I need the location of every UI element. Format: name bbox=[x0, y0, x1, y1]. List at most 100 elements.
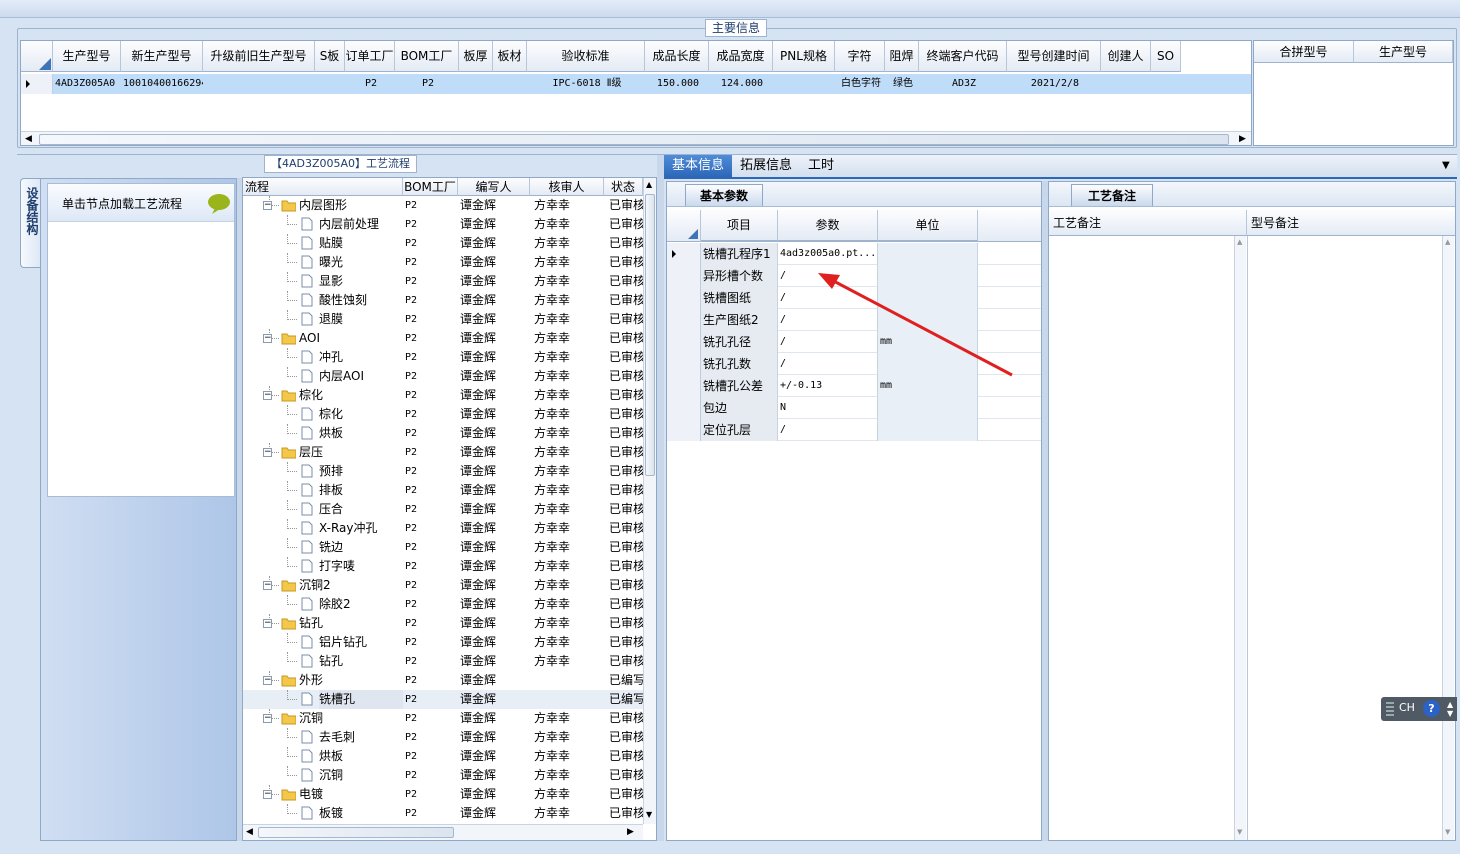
tree-row[interactable]: 预排 P2 谭金辉 方幸幸 已审核 bbox=[243, 462, 643, 481]
tree-cell[interactable]: 方幸幸 bbox=[534, 329, 604, 348]
tree-row[interactable]: 烘板 P2 谭金辉 方幸幸 已审核 bbox=[243, 747, 643, 766]
collapse-icon[interactable]: − bbox=[263, 619, 272, 628]
tree-node-label[interactable]: 内层前处理 bbox=[319, 215, 403, 234]
tree-cell[interactable]: P2 bbox=[405, 747, 455, 766]
tree-cell[interactable]: 方幸幸 bbox=[534, 747, 604, 766]
tree-cell[interactable]: 谭金辉 bbox=[460, 595, 530, 614]
tree-node-label[interactable]: X-Ray冲孔 bbox=[319, 519, 403, 538]
main-col-header[interactable]: BOM工厂 bbox=[395, 41, 459, 72]
tree-cell[interactable]: 已审核 bbox=[609, 348, 643, 367]
tree-cell[interactable]: 已审核 bbox=[609, 329, 643, 348]
tree-cell[interactable]: 谭金辉 bbox=[460, 652, 530, 671]
tree-row[interactable]: 烘板 P2 谭金辉 方幸幸 已审核 bbox=[243, 424, 643, 443]
tree-cell[interactable]: 方幸幸 bbox=[534, 576, 604, 595]
tree-cell[interactable]: P2 bbox=[405, 804, 455, 823]
main-cell[interactable]: P2 bbox=[397, 74, 459, 94]
drag-handle-icon[interactable] bbox=[1386, 702, 1394, 716]
tree-node-label[interactable]: 沉铜 bbox=[299, 709, 403, 728]
tree-cell[interactable]: 已审核 bbox=[609, 310, 643, 329]
tree-cell[interactable]: P2 bbox=[405, 424, 455, 443]
tree-cell[interactable]: 方幸幸 bbox=[534, 348, 604, 367]
tree-cell[interactable]: 已审核 bbox=[609, 576, 643, 595]
main-col-header[interactable]: SO bbox=[1151, 41, 1181, 72]
tree-cell[interactable]: 方幸幸 bbox=[534, 804, 604, 823]
tree-node-label[interactable]: 棕化 bbox=[319, 405, 403, 424]
tab-dropdown-icon[interactable]: ▼ bbox=[1442, 160, 1450, 171]
param-value[interactable]: 4ad3z005a0.pt... bbox=[778, 243, 878, 265]
tree-cell[interactable]: P2 bbox=[405, 386, 455, 405]
main-col-header[interactable]: 创建人 bbox=[1101, 41, 1151, 72]
tree-cell[interactable]: 谭金辉 bbox=[460, 196, 530, 215]
tree-cell[interactable]: 方幸幸 bbox=[534, 272, 604, 291]
tree-cell[interactable]: 方幸幸 bbox=[534, 234, 604, 253]
main-cell[interactable] bbox=[1153, 74, 1181, 94]
tree-node-label[interactable]: 层压 bbox=[299, 443, 403, 462]
tree-node-label[interactable]: 沉铜2 bbox=[299, 576, 403, 595]
tree-cell[interactable]: P2 bbox=[405, 310, 455, 329]
basic-params-tab[interactable]: 基本参数 bbox=[685, 184, 764, 206]
tree-cell[interactable]: 方幸幸 bbox=[534, 614, 604, 633]
tree-cell[interactable]: P2 bbox=[405, 633, 455, 652]
main-cell[interactable]: P2 bbox=[347, 74, 395, 94]
tree-row[interactable]: 板镀 P2 谭金辉 方幸幸 已审核 bbox=[243, 804, 643, 823]
main-cell[interactable] bbox=[495, 74, 527, 94]
tree-row[interactable]: − 沉铜2 P2 谭金辉 方幸幸 已审核 bbox=[243, 576, 643, 595]
tree-cell[interactable]: 已审核 bbox=[609, 443, 643, 462]
tree-cell[interactable]: P2 bbox=[405, 519, 455, 538]
tree-row[interactable]: 内层前处理 P2 谭金辉 方幸幸 已审核 bbox=[243, 215, 643, 234]
tree-vscroll-thumb[interactable] bbox=[645, 194, 655, 476]
main-col-header[interactable]: 升级前旧生产型号 bbox=[203, 41, 315, 72]
tree-node-label[interactable]: 冲孔 bbox=[319, 348, 403, 367]
tree-cell[interactable] bbox=[534, 671, 604, 690]
tree-cell[interactable]: P2 bbox=[405, 234, 455, 253]
main-col-header[interactable]: 型号创建时间 bbox=[1007, 41, 1101, 72]
tree-cell[interactable]: P2 bbox=[405, 196, 455, 215]
tree-row[interactable]: − 棕化 P2 谭金辉 方幸幸 已审核 bbox=[243, 386, 643, 405]
process-remark-scroll[interactable]: ▲ ▼ bbox=[1234, 236, 1246, 840]
param-value[interactable]: N bbox=[778, 397, 878, 419]
tree-cell[interactable]: 已审核 bbox=[609, 804, 643, 823]
tree-cell[interactable]: 谭金辉 bbox=[460, 538, 530, 557]
main-col-header[interactable]: 字符 bbox=[835, 41, 885, 72]
tree-cell[interactable]: 方幸幸 bbox=[534, 405, 604, 424]
tree-cell[interactable]: 已审核 bbox=[609, 785, 643, 804]
tree-cell[interactable]: 已编写 bbox=[609, 690, 643, 709]
tree-cell[interactable]: 方幸幸 bbox=[534, 633, 604, 652]
collapse-icon[interactable]: − bbox=[263, 448, 272, 457]
help-icon[interactable]: ? bbox=[1423, 700, 1440, 717]
main-col-header[interactable]: 成品长度 bbox=[645, 41, 709, 72]
tree-cell[interactable]: 方幸幸 bbox=[534, 595, 604, 614]
tree-cell[interactable]: 谭金辉 bbox=[460, 272, 530, 291]
tree-row[interactable]: 钻孔 P2 谭金辉 方幸幸 已审核 bbox=[243, 652, 643, 671]
tree-cell[interactable]: 已审核 bbox=[609, 291, 643, 310]
tree-node-label[interactable]: 烘板 bbox=[319, 424, 403, 443]
tree-cell[interactable]: 谭金辉 bbox=[460, 310, 530, 329]
tree-cell[interactable]: P2 bbox=[405, 652, 455, 671]
collapse-icon[interactable]: − bbox=[263, 201, 272, 210]
tree-node-label[interactable]: 预排 bbox=[319, 462, 403, 481]
tree-cell[interactable]: 谭金辉 bbox=[460, 253, 530, 272]
collapse-icon[interactable]: − bbox=[263, 581, 272, 590]
tree-cell[interactable]: 已审核 bbox=[609, 614, 643, 633]
tree-cell[interactable]: P2 bbox=[405, 272, 455, 291]
tree-cell[interactable]: 方幸幸 bbox=[534, 481, 604, 500]
main-col-header[interactable]: PNL规格 bbox=[773, 41, 835, 72]
tree-row[interactable]: 酸性蚀刻 P2 谭金辉 方幸幸 已审核 bbox=[243, 291, 643, 310]
tree-cell[interactable]: 已审核 bbox=[609, 424, 643, 443]
tree-cell[interactable]: 已审核 bbox=[609, 253, 643, 272]
tree-cell[interactable]: P2 bbox=[405, 462, 455, 481]
tree-cell[interactable]: 方幸幸 bbox=[534, 766, 604, 785]
tree-node-label[interactable]: 铝片钻孔 bbox=[319, 633, 403, 652]
ime-menu-icon[interactable]: ▲ ▼ bbox=[1447, 700, 1453, 718]
main-col-header[interactable]: 阻焊 bbox=[885, 41, 919, 72]
tree-cell[interactable]: 谭金辉 bbox=[460, 557, 530, 576]
param-col-item[interactable]: 项目 bbox=[701, 210, 778, 241]
tree-cell[interactable]: 已审核 bbox=[609, 405, 643, 424]
tree-row[interactable]: 贴膜 P2 谭金辉 方幸幸 已审核 bbox=[243, 234, 643, 253]
param-row[interactable]: 包边 N bbox=[667, 397, 1041, 419]
tree-cell[interactable]: 方幸幸 bbox=[534, 728, 604, 747]
tree-node-label[interactable]: 打字唛 bbox=[319, 557, 403, 576]
tree-node-label[interactable]: 沉铜 bbox=[319, 766, 403, 785]
tree-cell[interactable]: P2 bbox=[405, 557, 455, 576]
tree-cell[interactable]: 方幸幸 bbox=[534, 557, 604, 576]
